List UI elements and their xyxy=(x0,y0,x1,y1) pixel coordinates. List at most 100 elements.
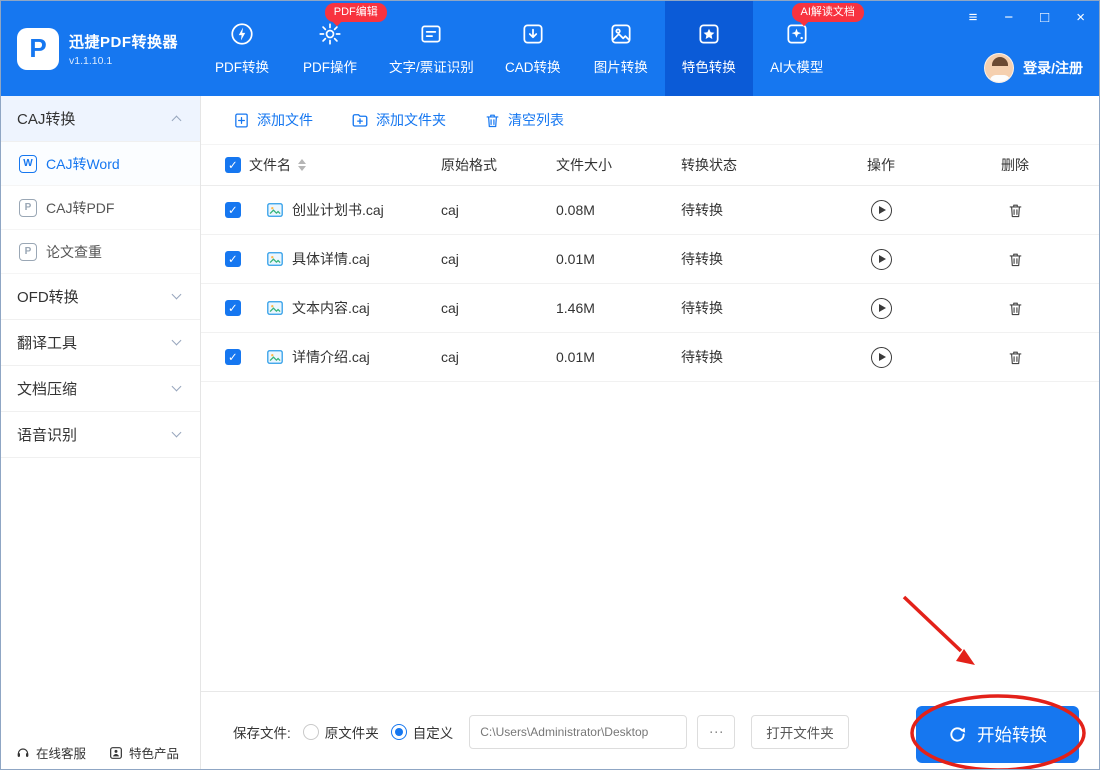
close-icon[interactable]: × xyxy=(1076,10,1085,25)
nav-label: 图片转换 xyxy=(594,56,648,76)
convert-play-button[interactable] xyxy=(871,347,892,368)
delete-trash-icon[interactable] xyxy=(1007,349,1024,366)
caj-file-icon xyxy=(266,348,284,366)
sidebar-item-caj-to-word[interactable]: W CAJ转Word xyxy=(1,142,200,186)
top-nav: PDF转换 PDF编辑 PDF操作 文字/票证识别 CAD转换 xyxy=(198,1,841,96)
add-file-label: 添加文件 xyxy=(257,110,313,130)
nav-pdf-ops[interactable]: PDF编辑 PDF操作 xyxy=(286,1,374,96)
file-status: 待转换 xyxy=(681,249,831,269)
minimize-icon[interactable]: − xyxy=(1004,10,1013,25)
chevron-down-icon xyxy=(172,428,182,438)
brand-text: 迅捷PDF转换器 v1.1.10.1 xyxy=(69,31,178,67)
nav-special-convert[interactable]: 特色转换 xyxy=(665,1,753,96)
file-format: caj xyxy=(441,349,556,365)
sidebar-footer: 在线客服 特色产品 xyxy=(15,743,179,762)
main-panel: 添加文件 添加文件夹 清空列表 文件名 原始格式 文件 xyxy=(201,96,1099,770)
clear-list-button[interactable]: 清空列表 xyxy=(484,110,564,130)
sidebar-item-caj-to-pdf[interactable]: P CAJ转PDF xyxy=(1,186,200,230)
file-size: 1.46M xyxy=(556,300,681,316)
row-checkbox[interactable] xyxy=(225,349,241,365)
sidebar-section-compress[interactable]: 文档压缩 xyxy=(1,366,200,412)
refresh-icon xyxy=(948,725,967,744)
col-action: 操作 xyxy=(831,155,931,175)
col-status: 转换状态 xyxy=(681,155,831,175)
word-doc-icon: W xyxy=(19,155,37,173)
browse-more-button[interactable]: ··· xyxy=(697,715,735,749)
save-path-input[interactable] xyxy=(469,715,687,749)
sidebar-item-label: CAJ转PDF xyxy=(46,198,114,218)
col-filename: 文件名 xyxy=(249,155,291,175)
start-convert-label: 开始转换 xyxy=(977,722,1047,747)
sidebar-item-label: CAJ转Word xyxy=(46,154,120,174)
delete-trash-icon[interactable] xyxy=(1007,251,1024,268)
sidebar-section-caj[interactable]: CAJ转换 xyxy=(1,96,200,142)
maximize-icon[interactable]: □ xyxy=(1040,10,1049,25)
add-folder-button[interactable]: 添加文件夹 xyxy=(351,110,446,130)
window-controls: ≡ − □ × xyxy=(969,10,1085,25)
radio-icon xyxy=(303,724,319,740)
section-label: OFD转换 xyxy=(17,286,79,307)
radio-original-folder[interactable]: 原文件夹 xyxy=(303,722,379,742)
file-name: 详情介绍.caj xyxy=(292,347,370,367)
featured-products-label: 特色产品 xyxy=(129,743,179,762)
start-convert-button[interactable]: 开始转换 xyxy=(916,706,1079,763)
login-register-label: 登录/注册 xyxy=(1023,58,1083,78)
nav-cad-convert[interactable]: CAD转换 xyxy=(489,1,577,96)
file-size: 0.01M xyxy=(556,349,681,365)
convert-play-button[interactable] xyxy=(871,200,892,221)
table-header: 文件名 原始格式 文件大小 转换状态 操作 删除 xyxy=(201,144,1099,186)
featured-products-button[interactable]: 特色产品 xyxy=(108,743,179,762)
open-folder-button[interactable]: 打开文件夹 xyxy=(751,715,849,749)
nav-image-convert[interactable]: 图片转换 xyxy=(577,1,665,96)
sort-icon[interactable] xyxy=(298,159,306,171)
ai-doc-badge: AI解读文档 xyxy=(792,3,864,22)
add-file-button[interactable]: 添加文件 xyxy=(233,110,313,130)
caj-file-icon xyxy=(266,250,284,268)
gear-icon xyxy=(317,21,343,47)
file-name: 具体详情.caj xyxy=(292,249,370,269)
section-label: 语音识别 xyxy=(17,424,77,445)
nav-pdf-convert[interactable]: PDF转换 xyxy=(198,1,286,96)
row-checkbox[interactable] xyxy=(225,300,241,316)
convert-play-button[interactable] xyxy=(871,298,892,319)
select-all-checkbox[interactable] xyxy=(225,157,241,173)
section-label: CAJ转换 xyxy=(17,108,75,129)
file-name: 文本内容.caj xyxy=(292,298,370,318)
bottom-bar: 保存文件: 原文件夹 自定义 ··· 打开文件夹 开始转换 xyxy=(201,691,1099,770)
sidebar-item-label: 论文查重 xyxy=(46,242,102,262)
person-badge-icon xyxy=(108,745,124,761)
nav-ocr[interactable]: 文字/票证识别 xyxy=(374,1,489,96)
sidebar-item-paper-check[interactable]: P 论文查重 xyxy=(1,230,200,274)
col-size: 文件大小 xyxy=(556,155,681,175)
table-row: 详情介绍.caj caj 0.01M 待转换 xyxy=(201,333,1099,382)
headset-icon xyxy=(15,745,31,761)
radio-custom-folder[interactable]: 自定义 xyxy=(391,722,454,742)
row-checkbox[interactable] xyxy=(225,202,241,218)
nav-ai-model[interactable]: AI解读文档 AI大模型 xyxy=(753,1,841,96)
online-service-label: 在线客服 xyxy=(36,743,86,762)
image-icon xyxy=(608,21,634,47)
body: CAJ转换 W CAJ转Word P CAJ转PDF P 论文查重 OFD转换 … xyxy=(1,96,1099,770)
table-row: 文本内容.caj caj 1.46M 待转换 xyxy=(201,284,1099,333)
online-service-button[interactable]: 在线客服 xyxy=(15,743,86,762)
avatar xyxy=(984,53,1014,83)
sidebar-section-ofd[interactable]: OFD转换 xyxy=(1,274,200,320)
section-label: 文档压缩 xyxy=(17,378,77,399)
radio-original-label: 原文件夹 xyxy=(325,722,379,742)
radio-custom-label: 自定义 xyxy=(413,722,454,742)
app-title: 迅捷PDF转换器 xyxy=(69,31,178,52)
file-toolbar: 添加文件 添加文件夹 清空列表 xyxy=(201,96,1099,144)
menu-icon[interactable]: ≡ xyxy=(969,10,978,25)
clear-list-label: 清空列表 xyxy=(508,110,564,130)
chevron-down-icon xyxy=(172,336,182,346)
delete-trash-icon[interactable] xyxy=(1007,300,1024,317)
sidebar-section-speech[interactable]: 语音识别 xyxy=(1,412,200,458)
login-register-button[interactable]: 登录/注册 xyxy=(984,53,1083,83)
app-brand: P 迅捷PDF转换器 v1.1.10.1 xyxy=(1,1,194,96)
nav-label: PDF转换 xyxy=(215,56,269,76)
convert-play-button[interactable] xyxy=(871,249,892,270)
sidebar-section-translate[interactable]: 翻译工具 xyxy=(1,320,200,366)
section-label: 翻译工具 xyxy=(17,332,77,353)
row-checkbox[interactable] xyxy=(225,251,241,267)
delete-trash-icon[interactable] xyxy=(1007,202,1024,219)
